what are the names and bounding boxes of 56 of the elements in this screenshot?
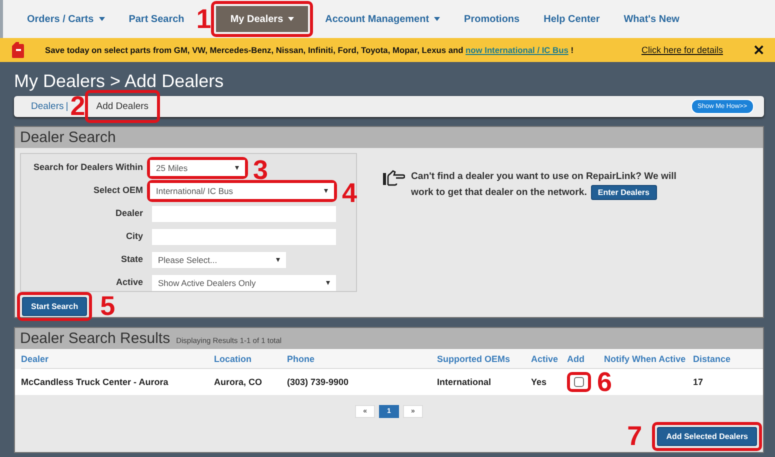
input-field[interactable] xyxy=(152,228,336,244)
callout-number: 1 xyxy=(196,6,212,32)
callout-number: 5 xyxy=(100,293,116,320)
promo-text: Save today on select parts from GM, VW, Mercedes-Benz, Nissan, Infiniti, Ford, Toyota, Mopar, Lexus and now International / IC Bus ! xyxy=(45,45,574,55)
dropdown-arrow-icon xyxy=(324,188,328,192)
table-cell-text: Aurora, CO xyxy=(214,376,264,389)
current-page-label: Add Dealers xyxy=(95,100,150,114)
dropdown-value: 25 Miles xyxy=(156,162,188,172)
field-label: City xyxy=(124,230,143,243)
breadcrumb-link[interactable]: Dealers xyxy=(31,101,64,112)
nav-tab[interactable]: My Dealers xyxy=(216,6,308,32)
table-cell-text: (303) 739-9900 xyxy=(287,376,350,389)
callout-number: 4 xyxy=(342,180,358,207)
table-cell-text: Yes xyxy=(531,376,548,389)
nav-tab[interactable]: Part Search xyxy=(116,6,196,32)
callout-number: 2 xyxy=(70,93,86,120)
nav-tab[interactable]: Help Center xyxy=(532,6,612,32)
breadcrumb-separator: | xyxy=(66,101,68,112)
panel-title: Dealer Search Results xyxy=(20,330,170,347)
hint-text: Can't find a dealer you want to use on RepairLink? We will work to get that dealer on the network. Enter Dealers xyxy=(411,170,678,202)
details-link[interactable]: Click here for details xyxy=(641,45,723,55)
dropdown-arrow-icon xyxy=(276,258,280,262)
field-label: Active xyxy=(114,276,143,289)
table-cell-text: International xyxy=(437,376,492,389)
panel-title: Dealer Search xyxy=(20,129,116,146)
add-checkbox[interactable] xyxy=(574,377,584,387)
start-search-button[interactable]: Start Search xyxy=(22,297,88,316)
dropdown[interactable]: 25 Miles xyxy=(150,160,245,176)
field-label: Dealer xyxy=(114,207,143,220)
input-field[interactable] xyxy=(152,206,336,222)
nav-tab[interactable]: What's New xyxy=(612,6,692,32)
callout-number: 3 xyxy=(253,157,268,184)
nav-tab[interactable]: Promotions xyxy=(452,6,532,32)
table-cell-text: 17 xyxy=(693,376,704,389)
dropdown[interactable]: Please Select... xyxy=(152,252,286,268)
add-selected-dealers-button[interactable]: Add Selected Dealers xyxy=(657,427,757,446)
gas-can-icon xyxy=(10,41,25,59)
dropdown-arrow-icon xyxy=(326,280,330,284)
enter-dealers-button[interactable]: Enter Dealers xyxy=(590,185,656,200)
callout-number: 7 xyxy=(627,423,642,450)
field-label: State xyxy=(120,253,143,266)
pointing-hand-icon xyxy=(383,170,405,186)
close-button[interactable]: ✕ xyxy=(753,42,765,58)
page-title: My Dealers > Add Dealers xyxy=(14,70,225,93)
dropdown-value: International/ IC Bus xyxy=(156,186,234,196)
field-label: Search for Dealers Within xyxy=(32,161,143,174)
dropdown[interactable]: Show Active Dealers Only xyxy=(152,274,336,290)
table-cell-text: McCandless Truck Center - Aurora xyxy=(21,376,170,389)
field-label: Select OEM xyxy=(92,184,143,197)
dropdown[interactable]: International/ IC Bus xyxy=(150,182,334,198)
callout-number: 6 xyxy=(597,368,612,396)
nav-tab[interactable]: Account Management xyxy=(313,6,452,32)
dropdown-arrow-icon xyxy=(235,166,239,170)
nav-tab[interactable]: Orders / Carts xyxy=(15,6,117,32)
dropdown-value: Show Active Dealers Only xyxy=(158,278,256,288)
dropdown-value: Please Select... xyxy=(158,254,218,264)
